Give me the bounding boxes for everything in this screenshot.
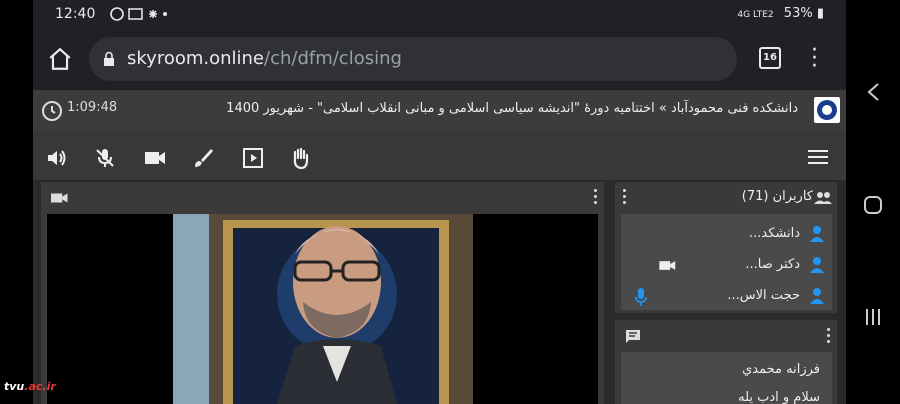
chat-panel: فرزانه محمدي سلام و ادب یله xyxy=(615,320,837,404)
video-stream xyxy=(47,214,598,404)
clock-icon xyxy=(42,101,62,121)
users-count-title: کاربران (71) xyxy=(741,189,813,204)
chat-icon xyxy=(626,330,640,343)
user-row[interactable]: حجت الاس... xyxy=(621,282,832,310)
chat-message: فرزانه محمدي xyxy=(742,362,820,377)
room-toolbar xyxy=(33,132,846,180)
room-header: 1:09:48 دانشکده فنی محمودآباد » اختتامیه… xyxy=(33,90,846,132)
url-text: skyroom.online/ch/dfm/closing xyxy=(127,48,402,69)
user-row[interactable]: دکتر صا... xyxy=(621,251,832,279)
status-bar: 12:40 4G LTE2 53% ▮ xyxy=(33,0,846,30)
user-person-icon xyxy=(810,257,824,273)
watermark-prefix: tvu xyxy=(4,380,25,393)
url-path: /ch/dfm/closing xyxy=(264,48,402,69)
tvu-watermark: tvu.ac.ir xyxy=(4,380,56,393)
battery-percent: 53% xyxy=(783,6,813,21)
watermark-suffix: .ac.ir xyxy=(24,380,56,393)
chat-messages: فرزانه محمدي سلام و ادب یله xyxy=(621,352,832,404)
users-panel-menu-icon[interactable] xyxy=(623,189,627,207)
user-mic-icon xyxy=(635,288,647,306)
chat-message: سلام و ادب یله xyxy=(738,390,820,404)
android-nav-bar xyxy=(846,0,900,404)
browser-menu-icon[interactable]: · · · xyxy=(811,40,818,78)
user-person-icon xyxy=(810,226,824,242)
user-name: دانشکد... xyxy=(748,226,800,241)
video-camera-icon xyxy=(51,193,68,203)
status-time: 12:40 xyxy=(55,6,96,22)
network-label: 4G LTE2 xyxy=(737,10,774,20)
users-panel: کاربران (71) دانشکد... دکتر صا... حجت ال… xyxy=(615,182,837,313)
hamburger-menu-icon[interactable] xyxy=(808,150,828,164)
chat-panel-menu-icon[interactable] xyxy=(827,328,831,346)
users-group-icon xyxy=(814,192,832,204)
video-panel xyxy=(41,182,604,404)
users-panel-header: کاربران (71) xyxy=(615,182,837,214)
battery-icon: ▮ xyxy=(816,6,824,21)
phone-screen: 12:40 4G LTE2 53% ▮ skyroom.online/ch/df… xyxy=(33,0,846,404)
users-list: دانشکد... دکتر صا... حجت الاس... xyxy=(621,214,832,310)
brush-icon[interactable] xyxy=(191,146,215,170)
notification-icons xyxy=(109,6,169,26)
user-person-icon xyxy=(810,288,824,304)
mic-off-icon[interactable] xyxy=(93,146,117,170)
raise-hand-icon[interactable] xyxy=(289,146,313,170)
room-title: دانشکده فنی محمودآباد » اختتامیه دورهٔ "… xyxy=(226,101,798,116)
user-name: حجت الاس... xyxy=(727,288,800,303)
camera-icon[interactable] xyxy=(143,146,167,170)
user-row[interactable]: دانشکد... xyxy=(621,220,832,248)
url-domain: skyroom.online xyxy=(127,48,265,69)
video-panel-menu-icon[interactable] xyxy=(594,189,598,207)
tab-switcher-button[interactable]: 16 xyxy=(759,47,781,69)
notification-icons-svg xyxy=(110,7,167,21)
session-timer: 1:09:48 xyxy=(67,100,118,115)
back-chevron-icon[interactable] xyxy=(866,82,880,102)
lock-icon xyxy=(104,51,114,66)
logo-emblem xyxy=(817,100,837,120)
speaker-video-frame xyxy=(173,214,473,404)
home-button-icon[interactable] xyxy=(863,195,883,215)
status-right: 4G LTE2 53% ▮ xyxy=(737,6,824,21)
university-logo xyxy=(814,97,840,123)
address-bar[interactable]: skyroom.online/ch/dfm/closing xyxy=(89,37,737,81)
user-name: دکتر صا... xyxy=(745,257,800,272)
video-panel-header xyxy=(41,182,604,214)
browser-toolbar: skyroom.online/ch/dfm/closing 16 · · · xyxy=(33,30,846,90)
user-camera-icon xyxy=(659,261,676,270)
recents-button-icon[interactable] xyxy=(864,308,882,326)
home-icon[interactable] xyxy=(47,46,73,72)
play-screen-icon[interactable] xyxy=(241,146,265,170)
speaker-icon[interactable] xyxy=(45,146,69,170)
